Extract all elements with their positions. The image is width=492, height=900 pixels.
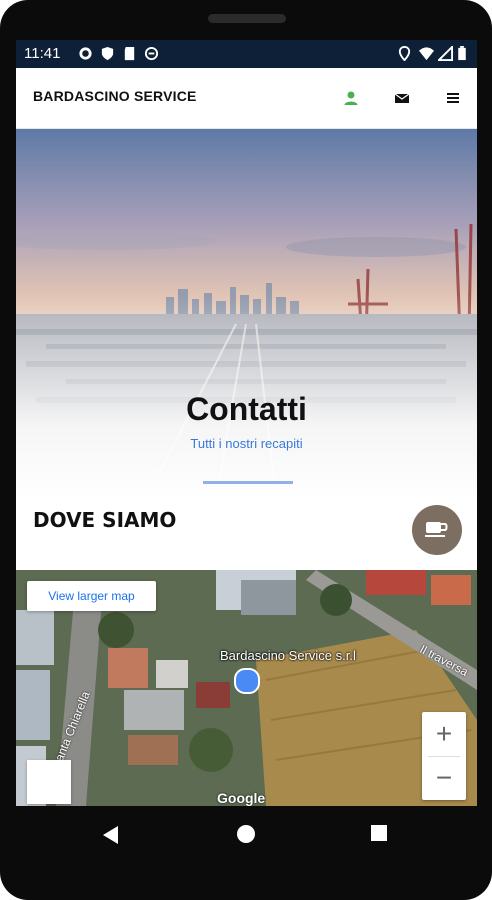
home-icon[interactable] xyxy=(236,824,256,844)
settings-icon xyxy=(79,47,92,60)
phone-frame: 11:41 BARDASCINO SERVICE Contatti Tutti … xyxy=(0,0,492,900)
place-label[interactable]: Bardascino Service s.r.l xyxy=(220,648,356,663)
status-bar: 11:41 xyxy=(16,40,477,68)
coffee-cup-icon xyxy=(425,522,448,537)
page-title: Contatti xyxy=(186,391,307,427)
title-divider xyxy=(203,481,293,484)
hero-banner: Contatti Tutti i nostri recapiti xyxy=(16,129,477,499)
view-larger-map-link[interactable]: View larger map xyxy=(27,581,156,611)
back-icon[interactable] xyxy=(100,824,120,846)
user-icon[interactable] xyxy=(339,86,363,110)
google-logo: Google xyxy=(217,790,266,806)
speaker-grille xyxy=(208,14,286,23)
zoom-control: + − xyxy=(422,712,466,800)
status-time: 11:41 xyxy=(24,45,61,62)
navigation-bar xyxy=(0,806,492,868)
battery-icon xyxy=(458,46,466,61)
envelope-icon[interactable] xyxy=(390,86,414,110)
app-bar: BARDASCINO SERVICE xyxy=(16,68,477,129)
coffee-fab-button[interactable] xyxy=(412,505,462,555)
map-pin-icon[interactable] xyxy=(234,668,260,694)
zoom-in-button[interactable]: + xyxy=(422,712,466,756)
brand-title[interactable]: BARDASCINO SERVICE xyxy=(33,88,197,104)
zoom-out-button[interactable]: − xyxy=(422,756,466,800)
sd-card-icon xyxy=(124,46,135,61)
sync-disabled-icon xyxy=(144,46,159,61)
page-subtitle: Tutti i nostri recapiti xyxy=(190,436,303,451)
embedded-map[interactable]: View larger map Il traversa anta Chiarel… xyxy=(16,570,477,806)
shield-icon xyxy=(101,46,114,61)
location-icon xyxy=(398,46,411,61)
signal-icon xyxy=(438,46,453,61)
wifi-icon xyxy=(419,47,434,61)
recents-icon[interactable] xyxy=(370,824,388,842)
screen: 11:41 BARDASCINO SERVICE Contatti Tutti … xyxy=(16,40,477,806)
street-view-button[interactable] xyxy=(27,760,71,804)
section-title: DOVE SIAMO xyxy=(33,508,177,532)
menu-icon[interactable] xyxy=(441,86,465,110)
